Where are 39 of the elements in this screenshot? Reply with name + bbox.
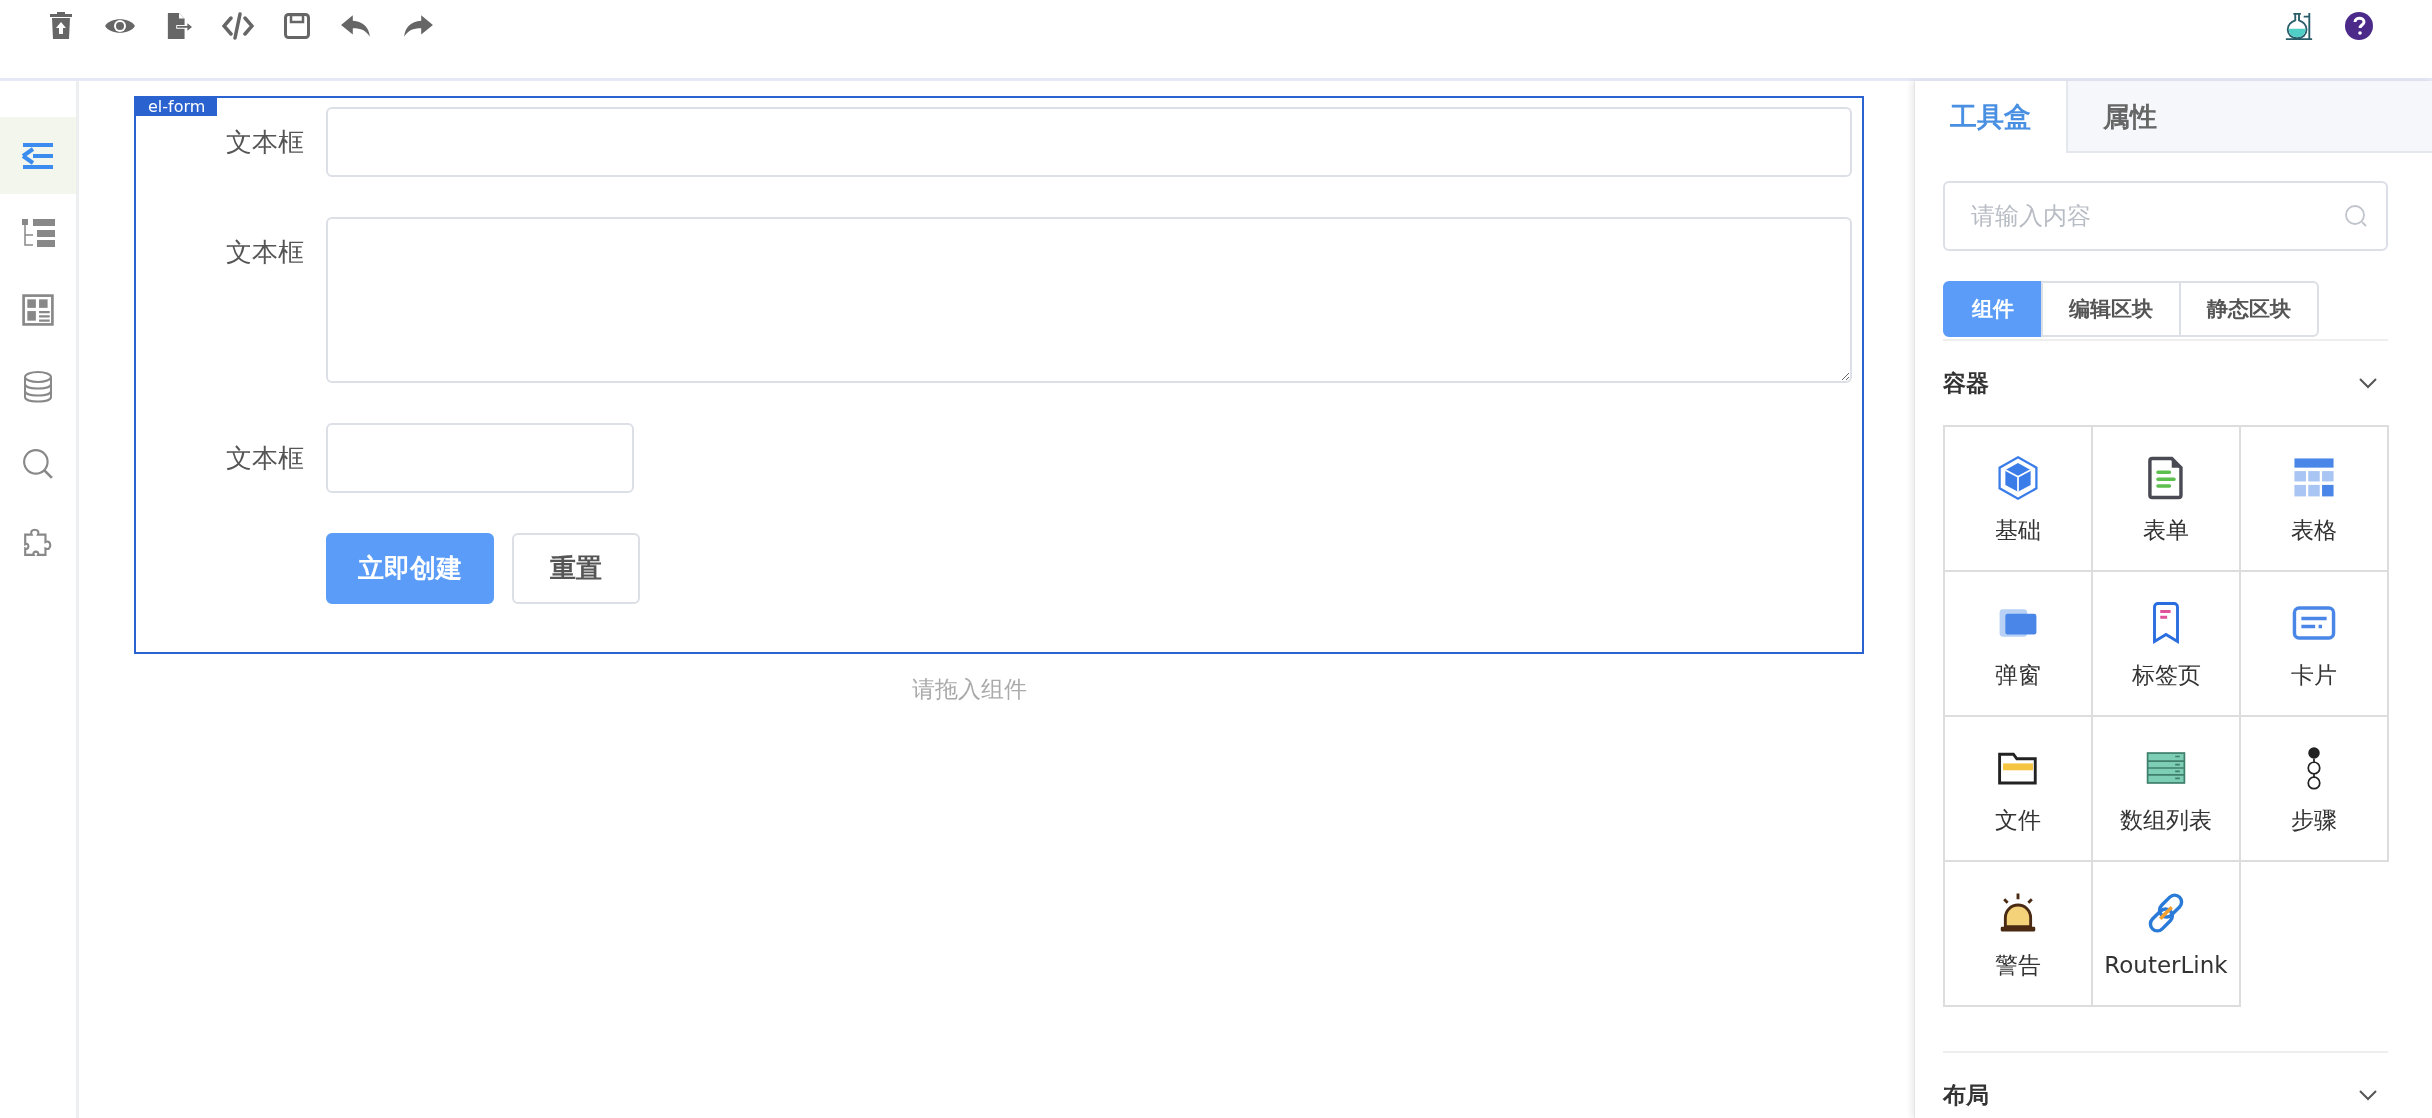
field-label: 文本框 [225,126,305,159]
component-tile[interactable]: 弹窗 [1945,572,2093,717]
component-tile[interactable]: 步骤 [2241,717,2389,862]
component-tile[interactable]: 表格 [2241,427,2389,572]
chevron-down-icon[interactable] [2358,377,2378,389]
save-icon[interactable] [284,12,310,40]
search-field[interactable]: 请输入内容 [1943,181,2388,251]
component-tile[interactable]: 数组列表 [2093,717,2241,862]
section-title[interactable]: 容器 [1943,367,1989,399]
component-tile[interactable]: 文件 [1945,717,2093,862]
section-title[interactable]: 布局 [1943,1079,1989,1111]
panel-tab[interactable]: 属性 [2068,81,2192,153]
component-tile[interactable]: 卡片 [2241,572,2389,717]
sidebar-item[interactable] [0,117,76,194]
reset-button[interactable]: 重置 [512,533,640,604]
layout-icon [21,293,55,326]
help-icon[interactable] [2344,11,2374,41]
segment-button[interactable]: 静态区块 [2179,281,2319,337]
component-tile[interactable]: 标签页 [2093,572,2241,717]
text-field[interactable] [326,107,1852,177]
cube-icon [1995,455,2041,501]
text-field[interactable] [326,423,634,493]
file-export-icon[interactable] [166,12,192,40]
database-icon [21,370,55,403]
form-tag: el-form [136,98,218,116]
code-icon[interactable] [222,12,254,40]
component-tile[interactable]: RouterLink [2093,862,2241,1007]
trash-icon[interactable] [48,12,74,40]
flask-icon[interactable] [2284,11,2314,41]
chevron-down-icon[interactable] [2358,1089,2378,1101]
component-tile[interactable]: 表单 [2093,427,2241,572]
segment-button[interactable]: 编辑区块 [2041,281,2181,337]
field-label: 文本框 [225,236,305,269]
search-icon [21,447,55,480]
component-tile[interactable]: 警告 [1945,862,2093,1007]
component-tile[interactable]: 基础 [1945,427,2093,572]
field-label: 文本框 [225,442,305,475]
drop-hint: 请拖入组件 [911,675,1027,704]
tree-icon [21,216,55,249]
